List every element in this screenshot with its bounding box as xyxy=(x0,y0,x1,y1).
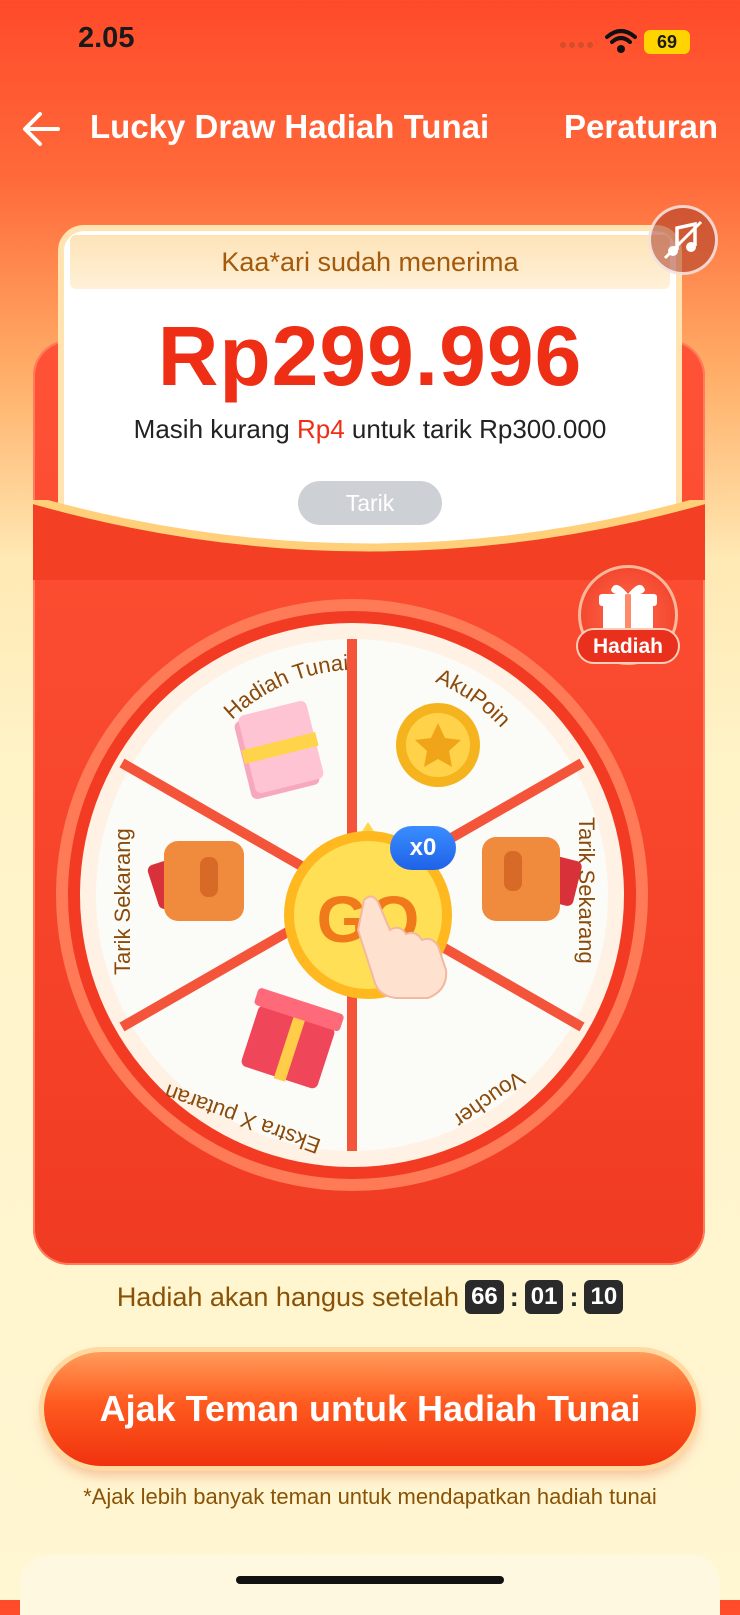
signal-icon xyxy=(560,42,594,50)
status-time: 2.05 xyxy=(78,22,135,54)
invite-footnote: *Ajak lebih banyak teman untuk mendapatk… xyxy=(83,1484,657,1509)
music-toggle[interactable] xyxy=(648,205,718,275)
wheel-segment-tarik-right: Tarik Sekarang xyxy=(574,817,599,964)
home-indicator[interactable] xyxy=(236,1576,504,1584)
hint-suffix: untuk tarik Rp300.000 xyxy=(344,414,607,444)
wheel-segment-tarik-left: Tarik Sekarang xyxy=(110,828,135,975)
spins-count-badge: x0 xyxy=(390,826,456,870)
timer-colon: : xyxy=(509,1281,519,1312)
remaining-hint: Masih kurang Rp4 untuk tarik Rp300.000 xyxy=(70,414,670,445)
hint-amount: Rp4 xyxy=(296,414,345,444)
wifi-icon xyxy=(605,29,637,53)
expiry-timer: Hadiah akan hangus setelah 66 : 01 : 10 xyxy=(0,1280,740,1314)
timer-colon: : xyxy=(569,1281,579,1312)
rules-link[interactable]: Peraturan xyxy=(564,108,718,146)
coin-icon xyxy=(396,703,480,787)
music-off-icon xyxy=(663,220,703,260)
bottom-panel xyxy=(20,1555,720,1615)
back-arrow-icon[interactable] xyxy=(20,108,62,150)
page-title: Lucky Draw Hadiah Tunai xyxy=(90,108,490,145)
timer-label: Hadiah akan hangus setelah xyxy=(116,1281,460,1312)
battery-indicator: 69 xyxy=(644,30,690,54)
hint-prefix: Masih kurang xyxy=(133,414,297,444)
timer-hours: 66 xyxy=(465,1280,504,1314)
timer-seconds: 10 xyxy=(584,1280,624,1314)
received-banner: Kaa*ari sudah menerima xyxy=(70,235,670,289)
cash-amount: Rp299.996 xyxy=(157,309,583,403)
invite-friends-button[interactable]: Ajak Teman untuk Hadiah Tunai xyxy=(44,1352,696,1466)
timer-minutes: 01 xyxy=(524,1280,564,1314)
